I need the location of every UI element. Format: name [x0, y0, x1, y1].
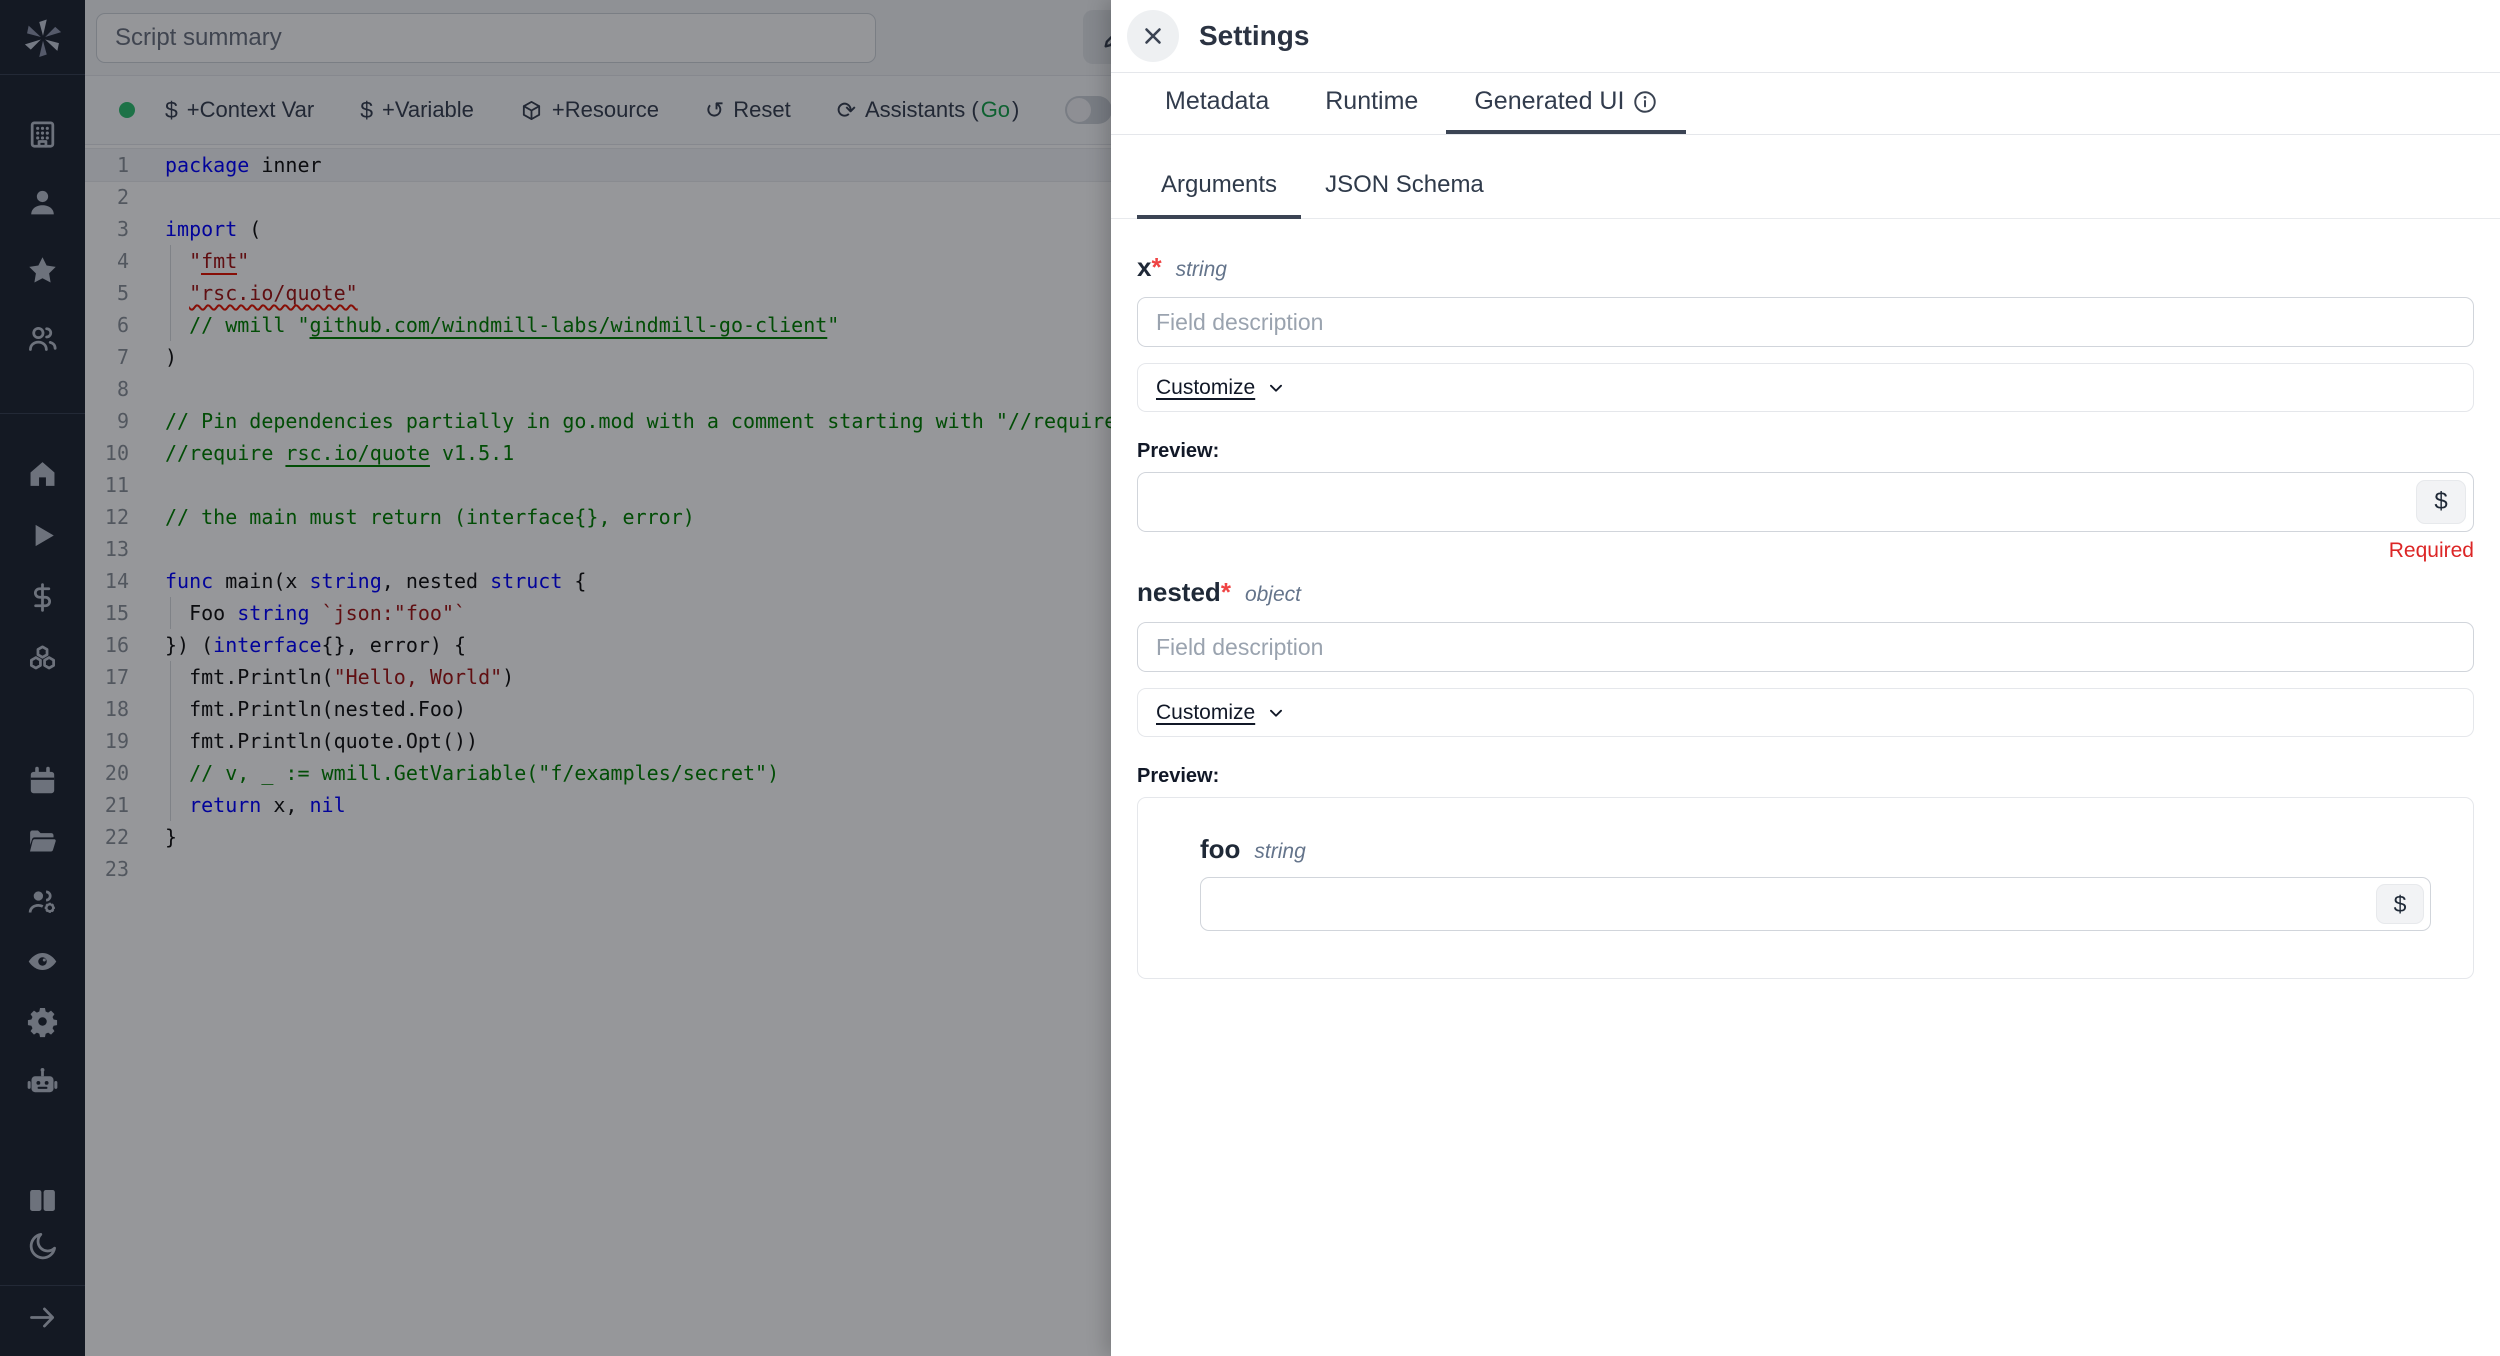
field-x-preview-input[interactable]: [1137, 472, 2474, 532]
field-x-description-input[interactable]: [1137, 297, 2474, 347]
field-nested-type: object: [1245, 583, 1301, 607]
required-asterisk: *: [1151, 252, 1161, 282]
field-nested-name: nested*: [1137, 577, 1231, 608]
subtab-json-schema[interactable]: JSON Schema: [1301, 171, 1508, 219]
tab-metadata[interactable]: Metadata: [1137, 73, 1297, 134]
arguments-panel: x* string Customize Preview: $ Required …: [1111, 219, 2500, 979]
info-icon: [1632, 89, 1658, 115]
nested-foo-label: foo string: [1200, 834, 2431, 865]
drawer-header: Settings: [1111, 0, 2500, 73]
chevron-down-icon: [1265, 377, 1287, 399]
field-nested-customize[interactable]: Customize: [1137, 688, 2474, 737]
field-x-preview: $: [1137, 472, 2474, 532]
tab-generated-ui[interactable]: Generated UI: [1446, 73, 1686, 134]
field-x-required-note: Required: [1137, 539, 2474, 565]
nested-foo-type: string: [1254, 840, 1305, 864]
drawer-title: Settings: [1199, 20, 1309, 52]
field-x-label: x* string: [1137, 252, 2474, 283]
nested-foo-input[interactable]: [1200, 877, 2431, 931]
field-nested-preview-label: Preview:: [1137, 765, 2474, 788]
settings-tabs: Metadata Runtime Generated UI: [1111, 73, 2500, 135]
field-nested-label: nested* object: [1137, 577, 2474, 608]
settings-drawer: Settings Metadata Runtime Generated UI A…: [1111, 0, 2500, 1356]
tab-runtime[interactable]: Runtime: [1297, 73, 1446, 134]
nested-foo-input-wrap: $: [1200, 877, 2431, 931]
field-x-preview-label: Preview:: [1137, 440, 2474, 463]
generated-ui-subtabs: Arguments JSON Schema: [1111, 135, 2500, 219]
close-icon: [1140, 23, 1166, 49]
close-button[interactable]: [1127, 10, 1179, 62]
required-asterisk: *: [1221, 577, 1231, 607]
chevron-down-icon: [1265, 702, 1287, 724]
variable-picker-button[interactable]: $: [2416, 480, 2466, 524]
field-x-name: x*: [1137, 252, 1162, 283]
subtab-arguments[interactable]: Arguments: [1137, 171, 1301, 219]
windmill-app: $+Context Var$+Variable+Resource↺Reset⟳A…: [0, 0, 2500, 1356]
field-x-type: string: [1176, 258, 1227, 282]
field-x-customize[interactable]: Customize: [1137, 363, 2474, 412]
variable-picker-button[interactable]: $: [2376, 884, 2424, 924]
nested-foo-name: foo: [1200, 834, 1240, 865]
modal-dim-overlay[interactable]: [0, 0, 1111, 1356]
nested-preview-card: foo string $: [1137, 797, 2474, 979]
field-nested-description-input[interactable]: [1137, 622, 2474, 672]
